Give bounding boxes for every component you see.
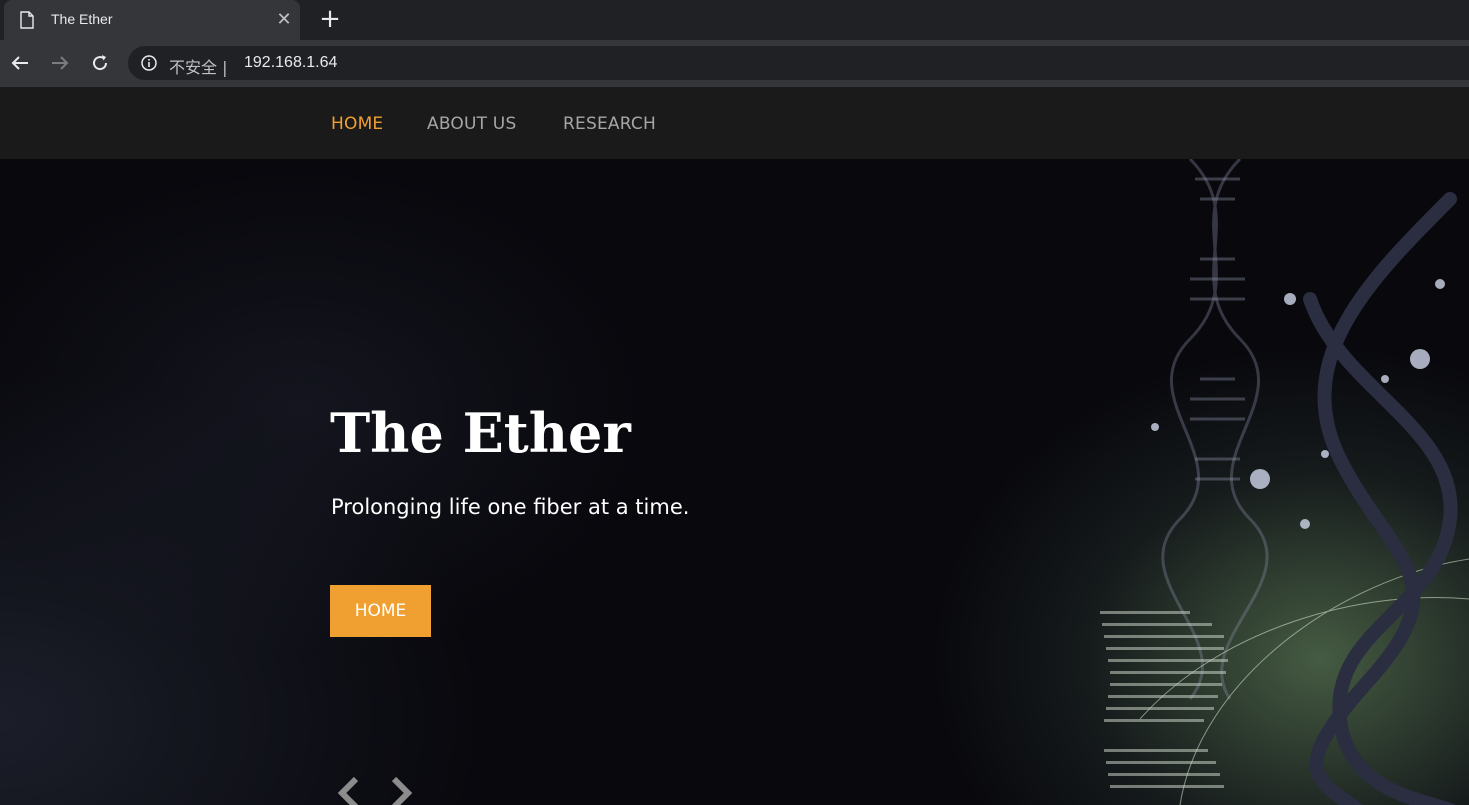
hero-title: The Ether xyxy=(330,401,631,465)
hero-slider: The Ether Prolonging life one fiber at a… xyxy=(0,159,1469,805)
back-arrow-icon[interactable] xyxy=(8,51,32,75)
info-icon[interactable] xyxy=(141,55,157,71)
nav-item-about-us[interactable]: ABOUT US xyxy=(427,114,516,134)
home-button[interactable]: HOME xyxy=(330,585,431,637)
browser-toolbar: 不安全 | 192.168.1.64 xyxy=(0,40,1469,87)
browser-tab[interactable]: The Ether ✕ xyxy=(4,0,300,40)
page-icon xyxy=(20,11,34,29)
hero-tagline: Prolonging life one fiber at a time. xyxy=(331,495,690,519)
browser-tabstrip: The Ether ✕ + xyxy=(0,0,1469,40)
address-bar[interactable]: 不安全 | 192.168.1.64 xyxy=(128,46,1469,80)
nav-item-research[interactable]: RESEARCH xyxy=(563,114,656,134)
security-label: 不安全 | xyxy=(169,58,228,77)
forward-arrow-icon[interactable] xyxy=(48,51,72,75)
reload-icon[interactable] xyxy=(88,51,112,75)
url-text[interactable]: 192.168.1.64 xyxy=(244,54,337,72)
nav-item-home[interactable]: HOME xyxy=(331,114,383,134)
chevron-right-icon[interactable] xyxy=(386,775,418,805)
plus-icon[interactable]: + xyxy=(316,6,344,34)
site-navbar: HOME ABOUT US RESEARCH xyxy=(0,87,1469,159)
tab-title: The Ether xyxy=(51,11,113,27)
dna-helix-image xyxy=(1100,159,1469,805)
close-icon[interactable]: ✕ xyxy=(274,10,294,30)
chevron-left-icon[interactable] xyxy=(332,775,364,805)
